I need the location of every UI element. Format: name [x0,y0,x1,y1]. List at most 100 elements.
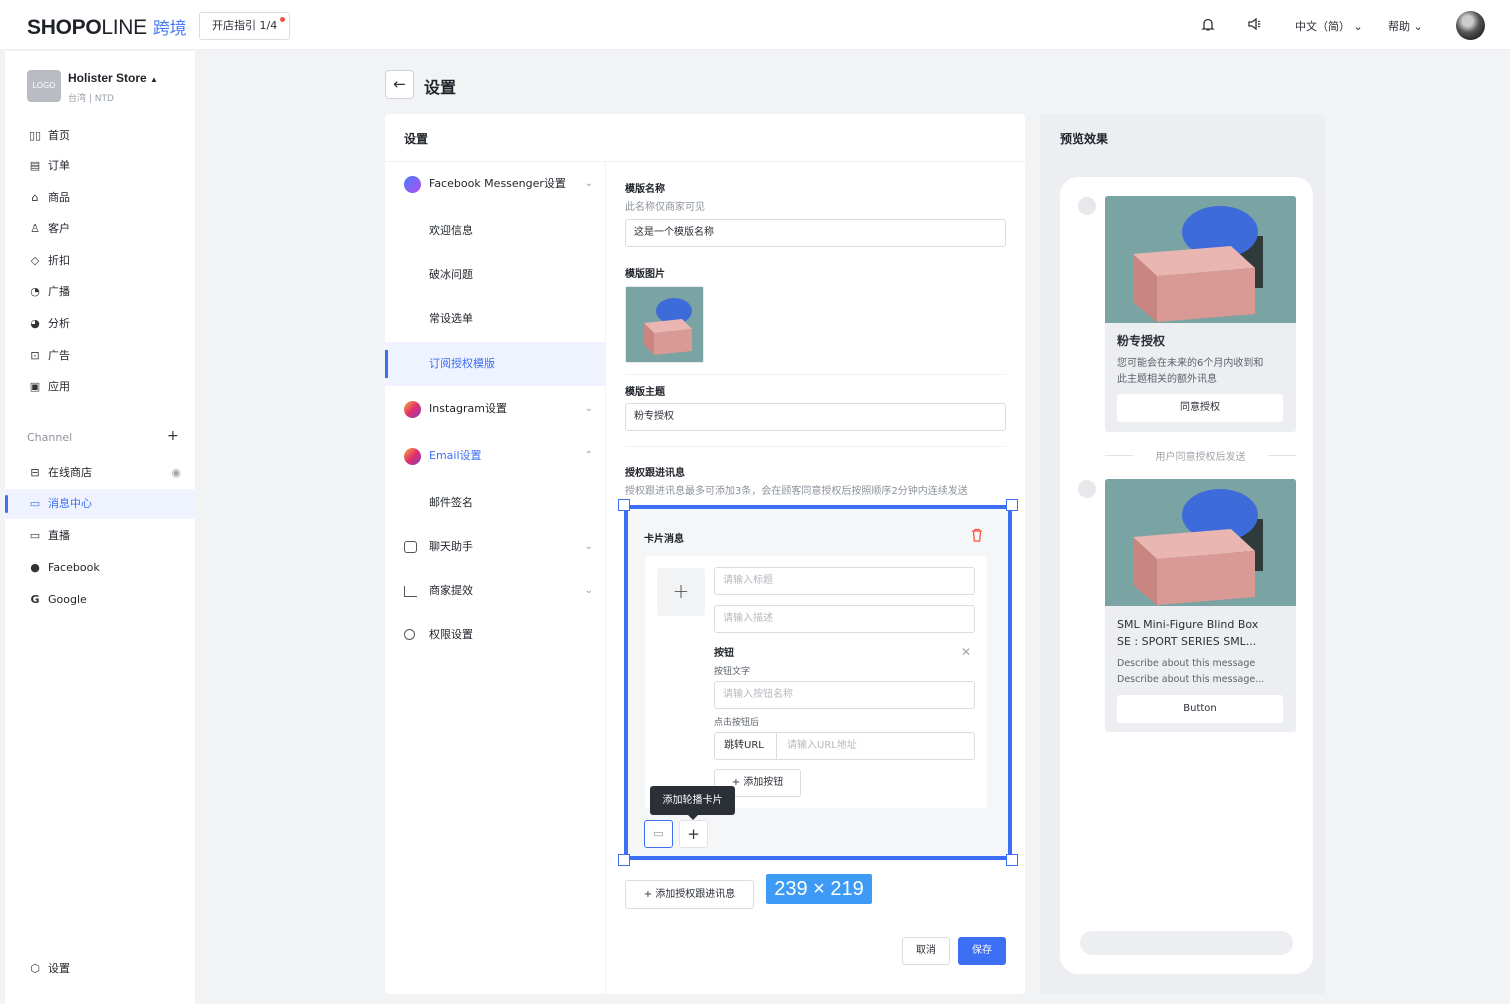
chevron-down-icon: ⌄ [584,541,593,552]
template-image[interactable] [625,286,704,363]
preview-title: 预览效果 [1060,132,1109,146]
follow-message-hint: 授权跟进讯息最多可添加3条，会在顾客同意授权后按照顺序2分钟内连续发送 [625,486,968,497]
plus-icon: + [672,579,690,603]
store-name[interactable]: Holister Store ▲ [68,71,158,85]
store-guide-button[interactable]: 开店指引 1/4 [199,12,291,40]
divider [625,446,1006,447]
sidebar-item-customers[interactable]: ♙ 客户 [5,214,195,244]
settings-menu: Facebook Messenger设置 ⌄ 欢迎信息 破冰问题 常设选单 订阅授… [385,162,606,994]
preview-card-image [1105,479,1296,606]
menu-welcome-message[interactable]: 欢迎信息 [385,209,606,253]
button-name-input[interactable]: 请输入按钮名称 [714,681,975,709]
sidebar-item-home[interactable]: ▯▯ 首页 [5,121,195,151]
speaker-icon[interactable] [1247,17,1263,33]
resize-handle-tr[interactable] [1006,499,1018,511]
preview-agree-button[interactable]: 同意授权 [1117,394,1283,422]
menu-facebook-messenger[interactable]: Facebook Messenger设置 ⌄ [385,162,606,206]
sidebar: LOGO Holister Store ▲ 台湾 | NTD ▯▯ 首页 ▤ 订单 … [5,51,195,1004]
language-select[interactable]: 中文（简） ⌄ [1295,18,1363,34]
sidebar-item-discounts[interactable]: ◇ 折扣 [5,246,195,276]
template-name-input[interactable]: 这是一个模版名称 [625,219,1006,247]
carousel-card-thumb[interactable]: ▭ [644,820,673,848]
broadcast-icon: ◔ [30,285,40,298]
order-icon: ▤ [29,159,41,172]
sidebar-item-broadcast[interactable]: ◔ 广播 [5,277,195,307]
menu-persistent-menu[interactable]: 常设选单 [385,297,606,341]
menu-icebreakers[interactable]: 破冰问题 [385,253,606,297]
sidebar-item-analytics[interactable]: ◕ 分析 [5,309,195,339]
menu-instagram[interactable]: Instagram设置 ⌄ [385,387,606,431]
store-logo[interactable]: LOGO [27,70,61,102]
arrow-left-icon: ← [393,75,406,93]
menu-email[interactable]: Email设置 ⌃ [385,434,606,478]
cancel-button[interactable]: 取消 [902,937,950,965]
save-button[interactable]: 保存 [958,937,1006,965]
preview-card-title: SE : SPORT SERIES SML... [1117,635,1257,648]
preview-card-desc: 您可能会在未来的6个月内收到和 [1117,358,1264,369]
trash-icon[interactable] [971,528,983,546]
menu-chat-assistant[interactable]: 聊天助手 ⌄ [385,525,606,569]
bag-icon: ⌂ [31,191,39,204]
preview-avatar [1078,480,1096,498]
menu-merchant-efficiency[interactable]: 商家提效 ⌄ [385,569,606,613]
button-section-label: 按钮 [714,648,734,659]
resize-handle-tl[interactable] [618,499,630,511]
resize-handle-bl[interactable] [618,854,630,866]
sidebar-item-ads[interactable]: ⊡ 广告 [5,341,195,371]
preview-divider: 用户同意授权后发送 [1105,448,1296,463]
template-topic-label: 模版主题 [625,387,665,398]
close-icon[interactable]: ✕ [961,645,971,659]
add-follow-message-button[interactable]: + 添加授权跟进讯息 [625,880,754,909]
url-action-select[interactable]: 跳转URL [714,732,777,760]
menu-subscription-template[interactable]: 订阅授权模版 [385,342,606,386]
app-icon: ▣ [29,380,41,393]
button-text-label: 按钮文字 [714,667,751,677]
sidebar-item-google[interactable]: G Google [5,585,195,615]
store-region: 台湾 | NTD [68,94,114,104]
card-message-title: 卡片消息 [644,534,684,545]
bell-icon[interactable] [1200,17,1216,33]
preview-card-desc: Describe about this message [1117,658,1256,669]
chevron-down-icon: ⌄ [1413,20,1423,33]
follow-message-label: 授权跟进讯息 [625,468,685,479]
sidebar-item-message-center[interactable]: ▭ 消息中心 [5,489,195,519]
shopline-logo[interactable]: SHOPOLINE 跨境 [27,14,187,40]
sidebar-item-orders[interactable]: ▤ 订单 [5,151,195,181]
notification-dot [280,17,286,22]
chevron-down-icon: ⌄ [584,178,593,189]
resize-handle-br[interactable] [1006,854,1018,866]
preview-card-button[interactable]: Button [1117,695,1283,723]
after-click-label: 点击按钮后 [714,718,760,728]
plus-icon: + [643,889,656,900]
menu-permissions[interactable]: 权限设置 [385,613,606,657]
user-lock-icon [404,629,415,640]
help-menu[interactable]: 帮助 ⌄ [1388,18,1423,34]
sidebar-item-live[interactable]: ▭ 直播 [5,521,195,551]
live-icon: ▭ [29,529,41,542]
preview-input-bar [1080,931,1293,955]
bar-chart-icon [404,586,417,597]
tag-icon: ◇ [30,254,40,267]
back-button[interactable]: ← [385,70,414,99]
divider [625,374,1006,375]
sidebar-item-settings[interactable]: ⬡ 设置 [5,954,195,984]
card-title-input[interactable]: 请输入标题 [714,567,975,595]
user-icon: ♙ [30,222,40,235]
menu-email-signature[interactable]: 邮件签名 [385,481,606,525]
add-channel-icon[interactable]: + [167,428,179,444]
template-topic-input[interactable]: 粉专授权 [625,403,1006,431]
add-image-button[interactable]: + [657,568,705,616]
sidebar-item-online-store[interactable]: ⊟ 在线商店 ◉ [5,458,195,488]
sidebar-item-apps[interactable]: ▣ 应用 [5,372,195,402]
avatar[interactable] [1456,11,1485,40]
chevron-down-icon: ⌄ [1353,20,1363,33]
add-carousel-card-button[interactable]: + [679,820,708,848]
card-desc-input[interactable]: 请输入描述 [714,605,975,633]
sidebar-item-products[interactable]: ⌂ 商品 [5,183,195,213]
preview-card-product: SML Mini-Figure Blind Box SE : SPORT SER… [1105,479,1296,732]
add-carousel-tooltip: 添加轮播卡片 [650,786,735,820]
url-input[interactable]: 请输入URL地址 [776,732,975,760]
eye-icon[interactable]: ◉ [171,458,181,488]
template-image-label: 模版图片 [625,269,665,280]
sidebar-item-facebook[interactable]: ● Facebook [5,553,195,583]
